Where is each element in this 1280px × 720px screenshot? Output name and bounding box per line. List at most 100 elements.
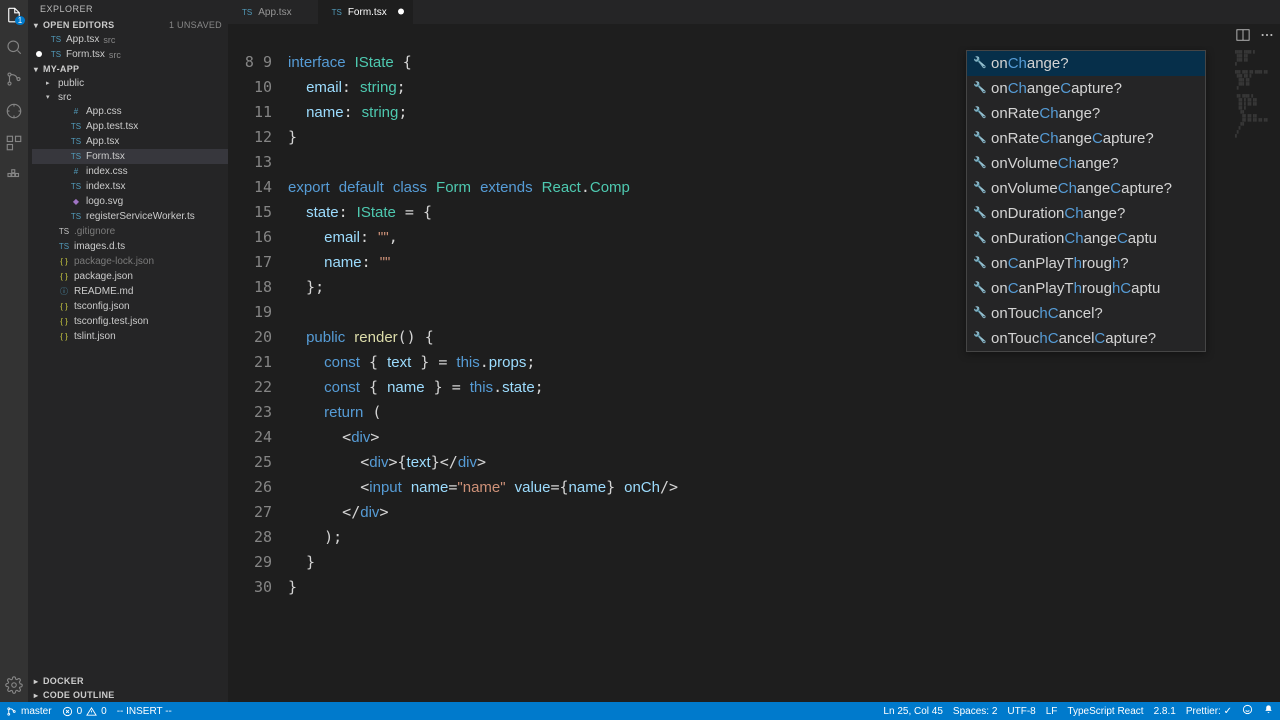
property-icon: 🔧 bbox=[973, 276, 985, 301]
file-item[interactable]: TSApp.tsx bbox=[32, 134, 228, 149]
activity-bar: 1 bbox=[0, 0, 28, 702]
status-bell-icon[interactable] bbox=[1263, 704, 1274, 718]
ts-icon: TS bbox=[70, 121, 82, 133]
file-item[interactable]: TSimages.d.ts bbox=[32, 239, 228, 254]
file-item[interactable]: { }package-lock.json bbox=[32, 254, 228, 269]
suggestion-item[interactable]: 🔧onVolumeChange? bbox=[967, 151, 1205, 176]
file-item[interactable]: TSApp.test.tsx bbox=[32, 119, 228, 134]
sidebar-title: EXPLORER bbox=[28, 0, 228, 18]
file-item[interactable]: { }tslint.json bbox=[32, 329, 228, 344]
more-icon[interactable] bbox=[1260, 28, 1274, 42]
property-icon: 🔧 bbox=[973, 176, 985, 201]
explorer-icon[interactable]: 1 bbox=[5, 6, 23, 24]
open-editor-item[interactable]: TSApp.tsx src bbox=[32, 32, 228, 47]
ts-icon: TS bbox=[50, 49, 62, 61]
status-spaces[interactable]: Spaces: 2 bbox=[953, 706, 997, 717]
property-icon: 🔧 bbox=[973, 151, 985, 176]
sidebar-section-header[interactable]: ▸CODE OUTLINE bbox=[28, 688, 228, 702]
file-item[interactable]: TSForm.tsx bbox=[32, 149, 228, 164]
folder-item[interactable]: ▾src bbox=[32, 90, 228, 104]
property-icon: 🔧 bbox=[973, 226, 985, 251]
suggestion-item[interactable]: 🔧onDurationChange? bbox=[967, 201, 1205, 226]
editor-tab[interactable]: TSForm.tsx bbox=[318, 0, 413, 24]
file-item[interactable]: #App.css bbox=[32, 104, 228, 119]
suggestion-item[interactable]: 🔧onDurationChangeCaptu bbox=[967, 226, 1205, 251]
status-vim-mode: -- INSERT -- bbox=[117, 706, 172, 717]
svg-icon: ◆ bbox=[70, 196, 82, 208]
status-language[interactable]: TypeScript React bbox=[1067, 706, 1143, 717]
file-item[interactable]: TSindex.tsx bbox=[32, 179, 228, 194]
suggestion-item[interactable]: 🔧onChange? bbox=[967, 51, 1205, 76]
extensions-icon[interactable] bbox=[5, 134, 23, 152]
file-item[interactable]: ⓘREADME.md bbox=[32, 284, 228, 299]
status-branch[interactable]: master bbox=[6, 706, 52, 717]
suggestion-item[interactable]: 🔧onRateChangeCapture? bbox=[967, 126, 1205, 151]
editor-area: TSApp.tsxTSForm.tsx 8 9 10 11 12 13 14 1… bbox=[228, 0, 1280, 702]
folder-item[interactable]: ▸public bbox=[32, 76, 228, 90]
suggestion-item[interactable]: 🔧onCanPlayThroughCaptu bbox=[967, 276, 1205, 301]
ts-icon: TS bbox=[242, 8, 252, 17]
property-icon: 🔧 bbox=[973, 301, 985, 326]
ts-icon: TS bbox=[70, 136, 82, 148]
json-icon: { } bbox=[58, 331, 70, 343]
suggestion-item[interactable]: 🔧onChangeCapture? bbox=[967, 76, 1205, 101]
status-bar: master 0 0 -- INSERT -- Ln 25, Col 45 Sp… bbox=[0, 702, 1280, 720]
ts-icon: TS bbox=[50, 34, 62, 46]
json-icon: { } bbox=[58, 256, 70, 268]
json-icon: { } bbox=[58, 271, 70, 283]
file-item[interactable]: ◆logo.svg bbox=[32, 194, 228, 209]
json-icon: { } bbox=[58, 301, 70, 313]
file-item[interactable]: #index.css bbox=[32, 164, 228, 179]
status-eol[interactable]: LF bbox=[1046, 706, 1058, 717]
suggestion-item[interactable]: 🔧onTouchCancelCapture? bbox=[967, 326, 1205, 351]
file-item[interactable]: { }tsconfig.json bbox=[32, 299, 228, 314]
open-editor-item[interactable]: TSForm.tsx src bbox=[32, 47, 228, 62]
line-numbers: 8 9 10 11 12 13 14 15 16 17 18 19 20 21 … bbox=[228, 46, 288, 702]
split-editor-icon[interactable] bbox=[1236, 28, 1250, 42]
file-item[interactable]: TSregisterServiceWorker.ts bbox=[32, 209, 228, 224]
source-control-icon[interactable] bbox=[5, 70, 23, 88]
search-icon[interactable] bbox=[5, 38, 23, 56]
file-item[interactable]: TS.gitignore bbox=[32, 224, 228, 239]
status-problems[interactable]: 0 0 bbox=[62, 706, 107, 717]
status-encoding[interactable]: UTF-8 bbox=[1007, 706, 1035, 717]
file-item[interactable]: { }package.json bbox=[32, 269, 228, 284]
file-item[interactable]: { }tsconfig.test.json bbox=[32, 314, 228, 329]
suggestion-item[interactable]: 🔧onRateChange? bbox=[967, 101, 1205, 126]
json-icon: { } bbox=[58, 316, 70, 328]
suggestion-widget[interactable]: 🔧onChange?🔧onChangeCapture?🔧onRateChange… bbox=[966, 50, 1206, 352]
suggestion-item[interactable]: 🔧onCanPlayThrough? bbox=[967, 251, 1205, 276]
markdown-icon: ⓘ bbox=[58, 286, 70, 298]
debug-icon[interactable] bbox=[5, 102, 23, 120]
settings-icon[interactable] bbox=[5, 676, 23, 694]
suggestion-item[interactable]: 🔧onTouchCancel? bbox=[967, 301, 1205, 326]
editor-title-actions bbox=[228, 24, 1280, 46]
sidebar: EXPLORER ▾ OPEN EDITORS 1 UNSAVED TSApp.… bbox=[28, 0, 228, 702]
project-header[interactable]: ▾ MY-APP bbox=[28, 62, 228, 76]
sidebar-section-header[interactable]: ▸DOCKER bbox=[28, 674, 228, 688]
css-icon: # bbox=[70, 106, 82, 118]
status-formatter[interactable]: Prettier: ✓ bbox=[1186, 706, 1232, 717]
open-editors-header[interactable]: ▾ OPEN EDITORS 1 UNSAVED bbox=[28, 18, 228, 32]
ts-icon: TS bbox=[58, 241, 70, 253]
property-icon: 🔧 bbox=[973, 101, 985, 126]
status-feedback-icon[interactable] bbox=[1242, 704, 1253, 718]
ts-icon: TS bbox=[70, 211, 82, 223]
editor-tab[interactable]: TSApp.tsx bbox=[228, 0, 318, 24]
ts-icon: TS bbox=[70, 151, 82, 163]
ts-icon: TS bbox=[58, 226, 70, 238]
ts-icon: TS bbox=[70, 181, 82, 193]
tab-bar: TSApp.tsxTSForm.tsx bbox=[228, 0, 1280, 24]
status-ts-version[interactable]: 2.8.1 bbox=[1154, 706, 1176, 717]
property-icon: 🔧 bbox=[973, 126, 985, 151]
ts-icon: TS bbox=[332, 8, 342, 17]
docker-icon[interactable] bbox=[5, 166, 23, 184]
status-cursor[interactable]: Ln 25, Col 45 bbox=[883, 706, 943, 717]
suggestion-item[interactable]: 🔧onVolumeChangeCapture? bbox=[967, 176, 1205, 201]
property-icon: 🔧 bbox=[973, 251, 985, 276]
property-icon: 🔧 bbox=[973, 76, 985, 101]
css-icon: # bbox=[70, 166, 82, 178]
property-icon: 🔧 bbox=[973, 201, 985, 226]
property-icon: 🔧 bbox=[973, 326, 985, 351]
property-icon: 🔧 bbox=[973, 51, 985, 76]
